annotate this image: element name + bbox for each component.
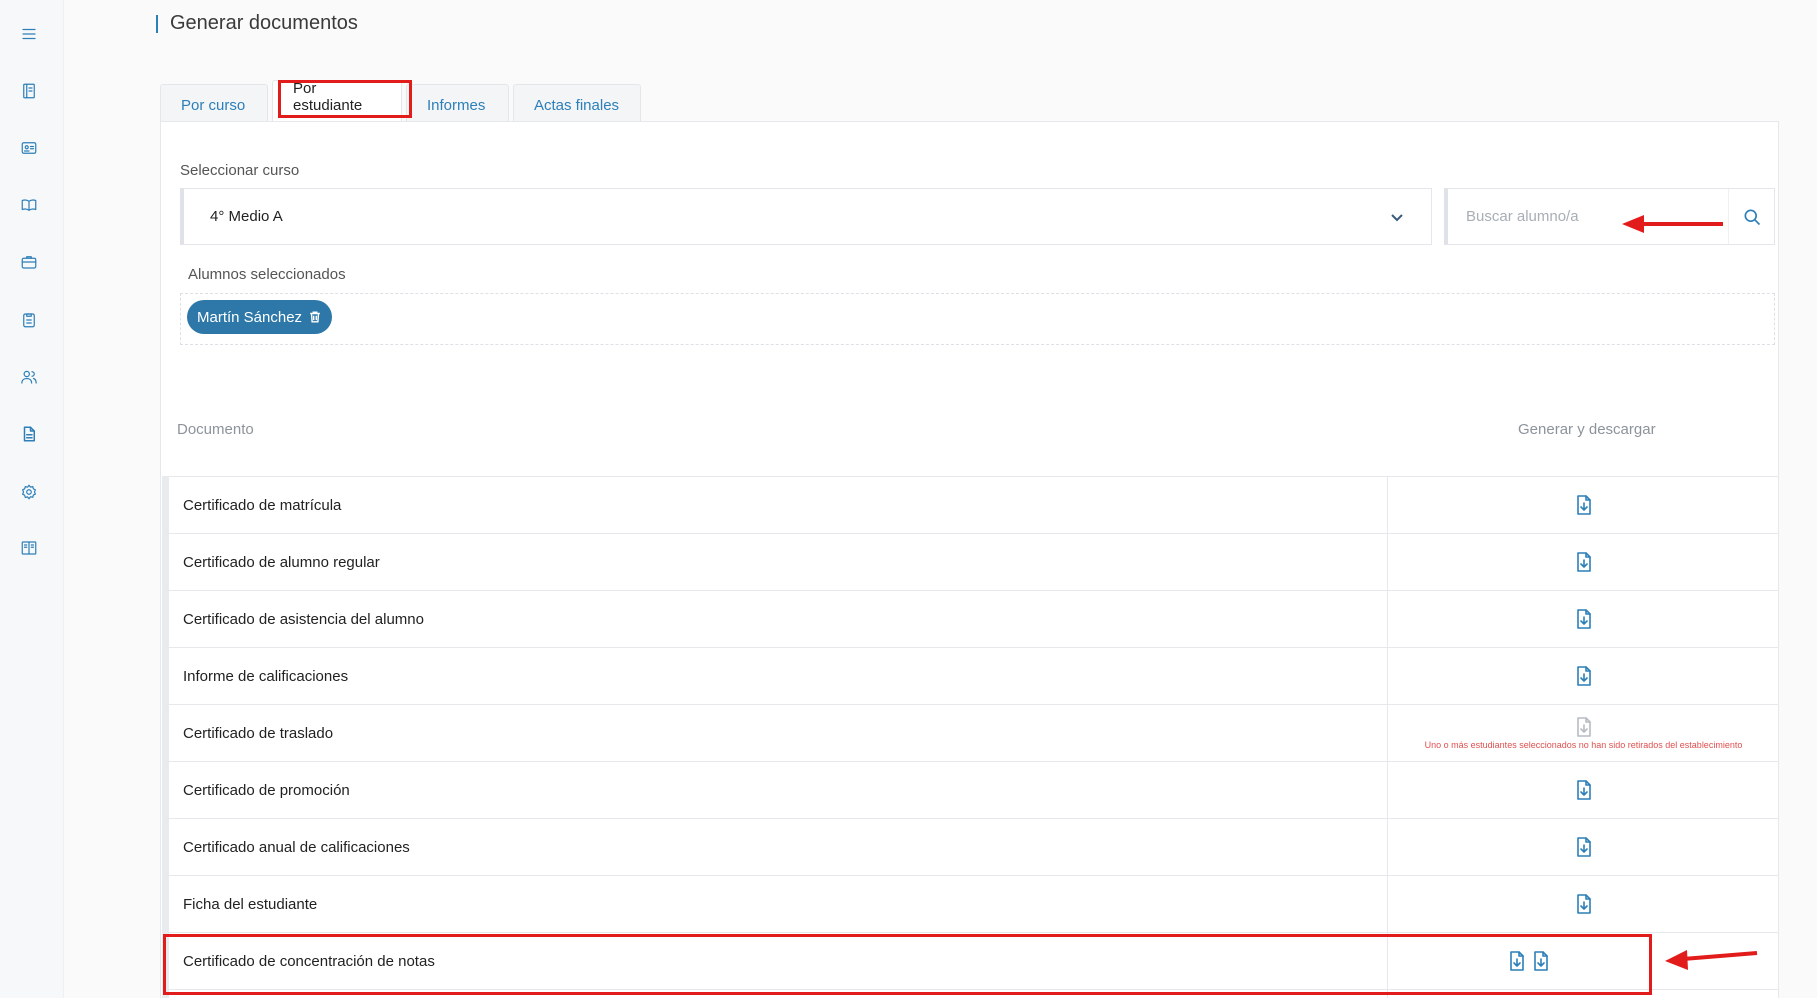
menu-icon[interactable] — [17, 22, 41, 46]
tab-informes[interactable]: Informes — [406, 84, 509, 122]
search-icon — [1744, 209, 1760, 225]
table-row: Certificado de concentración de notas — [162, 932, 1779, 989]
document-actions — [1388, 534, 1779, 590]
document-actions — [1388, 819, 1779, 875]
table-row: Informe de calificaciones — [162, 647, 1779, 704]
document-name — [169, 990, 1388, 998]
student-search — [1444, 188, 1775, 245]
briefcase-icon[interactable] — [17, 250, 41, 274]
document-icon[interactable] — [17, 422, 41, 446]
document-name: Certificado de asistencia del alumno — [169, 591, 1388, 647]
download-file-icon[interactable] — [1575, 666, 1593, 686]
manual-icon[interactable] — [17, 536, 41, 560]
column-header-generate: Generar y descargar — [1518, 421, 1656, 438]
table-row: Certificado de promoción — [162, 761, 1779, 818]
trash-icon[interactable] — [308, 310, 322, 324]
download-file-icon[interactable] — [1575, 609, 1593, 629]
document-actions — [1388, 933, 1779, 989]
notebook-icon[interactable] — [17, 79, 41, 103]
download-file-icon[interactable] — [1575, 552, 1593, 572]
table-row: Certificado de traslado Uno o más estudi… — [162, 704, 1779, 761]
document-name: Certificado anual de calificaciones — [169, 819, 1388, 875]
warning-message: Uno o más estudiantes seleccionados no h… — [1424, 739, 1743, 750]
column-header-document: Documento — [177, 421, 254, 438]
document-name: Certificado de promoción — [169, 762, 1388, 818]
document-actions — [1388, 648, 1779, 704]
download-file-icon-disabled — [1575, 716, 1593, 737]
download-file-icon[interactable] — [1575, 894, 1593, 914]
document-name: Certificado de matrícula — [169, 477, 1388, 533]
settings-icon[interactable] — [17, 480, 41, 504]
download-file-icon[interactable] — [1575, 837, 1593, 857]
id-card-icon[interactable] — [17, 136, 41, 160]
download-file-icon[interactable] — [1575, 780, 1593, 800]
document-actions — [1388, 876, 1779, 932]
download-file-icon-alt[interactable] — [1532, 951, 1550, 971]
documents-table: Certificado de matrícula Certificado de … — [162, 476, 1779, 998]
student-search-input[interactable] — [1448, 189, 1718, 244]
table-row: Certificado de alumno regular — [162, 533, 1779, 590]
download-file-icon[interactable] — [1508, 951, 1526, 971]
title-accent-bar — [156, 14, 158, 33]
selected-students-label: Alumnos seleccionados — [188, 266, 346, 283]
document-actions — [1388, 477, 1779, 533]
document-name: Certificado de alumno regular — [169, 534, 1388, 590]
student-chip-label: Martín Sánchez — [197, 308, 303, 326]
chevron-down-icon — [1389, 209, 1405, 225]
student-chip[interactable]: Martín Sánchez — [187, 300, 333, 334]
course-select[interactable]: 4° Medio A — [180, 188, 1432, 245]
tab-actas-finales[interactable]: Actas finales — [513, 84, 641, 122]
document-actions — [1388, 762, 1779, 818]
course-select-value: 4° Medio A — [210, 208, 283, 225]
table-row: Certificado de matrícula — [162, 476, 1779, 533]
page-title-text: Generar documentos — [170, 12, 358, 34]
document-actions — [1388, 990, 1779, 998]
document-actions: Uno o más estudiantes seleccionados no h… — [1388, 705, 1779, 761]
table-row: Ficha del estudiante — [162, 875, 1779, 932]
table-row: Certificado de asistencia del alumno — [162, 590, 1779, 647]
course-select-label: Seleccionar curso — [180, 162, 300, 179]
document-name: Certificado de concentración de notas — [169, 933, 1388, 989]
clipboard-icon[interactable] — [17, 308, 41, 332]
search-button[interactable] — [1728, 189, 1774, 244]
tab-bar: Por curso Por estudiante Informes Actas … — [160, 80, 641, 122]
tab-por-estudiante[interactable]: Por estudiante — [272, 80, 402, 122]
users-icon[interactable] — [17, 365, 41, 389]
tab-por-curso[interactable]: Por curso — [160, 84, 268, 122]
download-file-icon[interactable] — [1575, 495, 1593, 515]
document-name: Informe de calificaciones — [169, 648, 1388, 704]
sidebar — [0, 0, 64, 998]
page-title: Generar documentos — [156, 12, 358, 35]
document-name: Ficha del estudiante — [169, 876, 1388, 932]
document-name: Certificado de traslado — [169, 705, 1388, 761]
book-open-icon[interactable] — [17, 193, 41, 217]
document-actions — [1388, 591, 1779, 647]
selected-students-box — [180, 293, 1775, 345]
table-row — [162, 989, 1779, 998]
table-row: Certificado anual de calificaciones — [162, 818, 1779, 875]
